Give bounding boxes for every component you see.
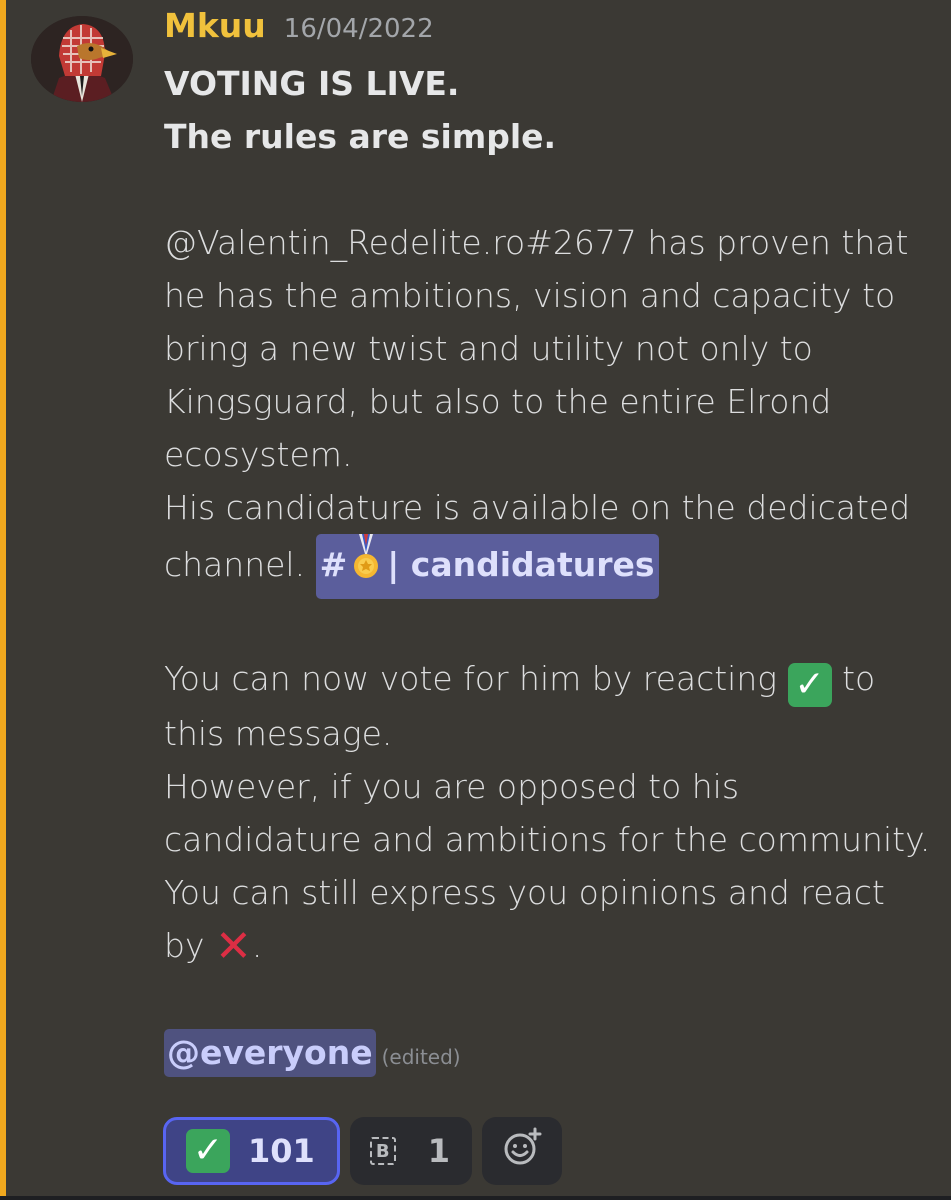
channel-mention-candidatures[interactable]: # | candidatures: [315, 534, 659, 599]
paragraph-candidate: @Valentin_Redelite.ro#2677 has proven th…: [164, 223, 919, 474]
reactions-bar: ✓ 101 B 1: [163, 1117, 563, 1185]
message-content: VOTING IS LIVE. The rules are simple. @V…: [164, 57, 934, 1084]
reaction-count: 101: [248, 1132, 315, 1170]
medal-emoji-icon: [351, 534, 381, 599]
mention-highlight-bar: [0, 0, 6, 1200]
channel-name: candidatures: [410, 545, 655, 584]
reaction-check-mark[interactable]: ✓ 101: [163, 1117, 340, 1185]
vote-text-pre: You can now vote for him by reacting: [164, 659, 778, 698]
reaction-b-button[interactable]: B 1: [349, 1117, 473, 1185]
avatar[interactable]: [31, 16, 133, 102]
check-mark-emoji-icon: ✓: [787, 663, 832, 707]
paragraph-oppose: However, if you are opposed to his candi…: [164, 760, 934, 973]
bottom-edge: [0, 1196, 951, 1200]
edited-label: (edited): [381, 1045, 461, 1069]
title-line-2: The rules are simple.: [164, 117, 557, 156]
everyone-line: @everyone (edited): [164, 1026, 934, 1084]
timestamp[interactable]: 16/04/2022: [284, 14, 434, 44]
add-reaction-icon: [502, 1127, 542, 1175]
paragraph-channel: His candidature is available on the dedi…: [164, 481, 934, 599]
reaction-count: 1: [427, 1132, 451, 1170]
oppose-text: However, if you are opposed to his candi…: [164, 767, 941, 965]
add-reaction-button[interactable]: [482, 1117, 563, 1185]
cross-mark-emoji-icon: ✕: [214, 921, 252, 972]
channel-separator: |: [387, 545, 400, 584]
username[interactable]: Mkuu: [164, 6, 266, 45]
everyone-mention[interactable]: @everyone: [164, 1029, 376, 1077]
title-line-1: VOTING IS LIVE.: [164, 64, 460, 103]
oppose-end: .: [251, 926, 263, 965]
paragraph-vote: You can now vote for him by reacting ✓ t…: [164, 652, 934, 760]
check-mark-button-icon: ✓: [186, 1129, 230, 1173]
channel-hash: #: [319, 545, 348, 584]
b-button-icon: B: [369, 1137, 396, 1165]
message-header: Mkuu 16/04/2022: [164, 6, 434, 45]
